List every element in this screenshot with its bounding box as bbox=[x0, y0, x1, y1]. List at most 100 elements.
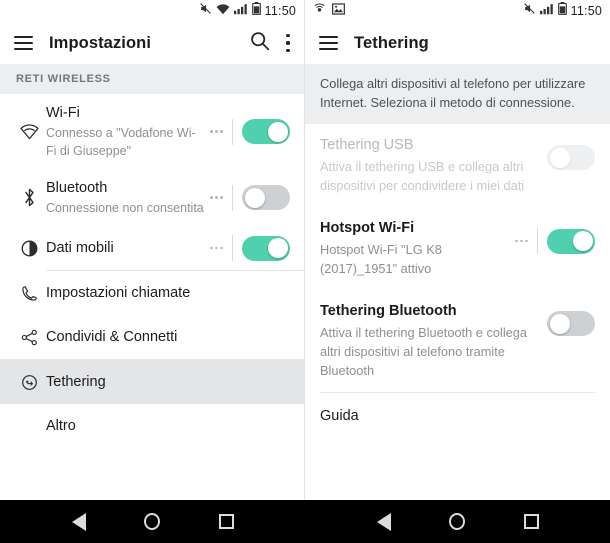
status-bar-left-icons: 11:50 bbox=[199, 2, 296, 20]
hotspot-wifi-toggle[interactable] bbox=[547, 228, 595, 254]
sidebar-item-impostazioni-chiamate[interactable]: Impostazioni chiamate bbox=[0, 271, 304, 315]
guida-link[interactable]: Guida bbox=[305, 393, 610, 424]
share-icon bbox=[12, 328, 46, 347]
tethering-bluetooth-section[interactable]: Tethering Bluetooth Attiva il tethering … bbox=[305, 290, 610, 392]
more-options-icon[interactable] bbox=[210, 196, 223, 199]
status-bar-left: 11:50 bbox=[0, 0, 304, 22]
back-icon[interactable] bbox=[367, 505, 401, 539]
tethering-icon bbox=[12, 373, 46, 392]
usb-tethering-toggle bbox=[547, 145, 595, 170]
home-icon[interactable] bbox=[135, 505, 169, 539]
row-controls bbox=[204, 118, 290, 145]
tethering-panel: 11:50 Tethering Collega altri dispositiv… bbox=[305, 0, 610, 543]
more-options-icon[interactable] bbox=[515, 239, 528, 243]
row-text: Impostazioni chiamate bbox=[46, 274, 290, 312]
page-title: Impostazioni bbox=[49, 33, 152, 52]
sidebar-item-sublabel: Connesso a "Vodafone Wi-Fi di Giuseppe" bbox=[46, 126, 196, 158]
section-text: Hotspot Wi-Fi Hotspot Wi-Fi "LG K8 (2017… bbox=[320, 218, 507, 278]
row-text: Condividi & Connetti bbox=[46, 318, 290, 356]
section-controls bbox=[539, 135, 595, 170]
mute-icon bbox=[199, 2, 212, 20]
section-text: Tethering USB Attiva il tethering USB e … bbox=[320, 135, 539, 195]
recents-icon[interactable] bbox=[514, 505, 548, 539]
row-controls bbox=[204, 184, 290, 211]
home-icon[interactable] bbox=[440, 505, 474, 539]
sidebar-item-label: Altro bbox=[46, 418, 76, 434]
hamburger-icon[interactable] bbox=[14, 36, 33, 50]
bluetooth-tethering-toggle[interactable] bbox=[547, 311, 595, 336]
section-sublabel: Attiva il tethering USB e collega altri … bbox=[320, 159, 525, 193]
sidebar-item-dati-mobili[interactable]: Dati mobili bbox=[0, 226, 304, 270]
bluetooth-toggle[interactable] bbox=[242, 185, 290, 210]
section-controls bbox=[507, 218, 595, 254]
recents-icon[interactable] bbox=[209, 505, 243, 539]
sidebar-item-altro[interactable]: Altro bbox=[0, 404, 304, 448]
section-title: Tethering USB bbox=[320, 137, 414, 153]
settings-app-bar: Impostazioni bbox=[0, 22, 304, 64]
signal-icon bbox=[233, 2, 248, 20]
status-bar-notification-icons bbox=[313, 2, 345, 20]
hotspot-icon bbox=[313, 2, 326, 20]
dual-screenshot: 11:50 Impostazioni RETI WIRELESS Wi-Fi C… bbox=[0, 0, 610, 543]
sidebar-item-label: Tethering bbox=[46, 374, 106, 390]
battery-icon bbox=[251, 2, 261, 20]
description-text: Collega altri dispositivi al telefono pe… bbox=[320, 76, 586, 110]
sidebar-item-label: Impostazioni chiamate bbox=[46, 285, 191, 301]
more-options-icon[interactable] bbox=[210, 246, 223, 250]
wifi-toggle[interactable] bbox=[242, 119, 290, 144]
sidebar-item-label: Condividi & Connetti bbox=[46, 329, 178, 345]
row-text: Bluetooth Connessione non consentita bbox=[46, 169, 204, 226]
status-bar-right-icons: 11:50 bbox=[523, 2, 602, 20]
mobile-data-icon bbox=[12, 239, 46, 258]
bluetooth-icon bbox=[12, 187, 46, 208]
row-text: Altro bbox=[46, 407, 290, 445]
section-controls bbox=[539, 301, 595, 336]
app-bar-actions bbox=[249, 30, 290, 56]
row-text: Tethering bbox=[46, 363, 290, 401]
more-options-icon[interactable] bbox=[210, 130, 223, 133]
android-nav-bar bbox=[0, 500, 610, 543]
sidebar-item-label: Bluetooth bbox=[46, 180, 108, 196]
section-text: Tethering Bluetooth Attiva il tethering … bbox=[320, 301, 539, 380]
wifi-icon bbox=[12, 123, 46, 140]
section-sublabel: Hotspot Wi-Fi "LG K8 (2017)_1951" attivo bbox=[320, 242, 442, 276]
mobile-data-toggle[interactable] bbox=[242, 235, 290, 261]
section-sublabel: Attiva il tethering Bluetooth e collega … bbox=[320, 325, 528, 378]
nav-bar-right bbox=[305, 500, 610, 543]
sidebar-item-condividi-connetti[interactable]: Condividi & Connetti bbox=[0, 315, 304, 359]
sidebar-item-wifi[interactable]: Wi-Fi Connesso a "Vodafone Wi-Fi di Gius… bbox=[0, 94, 304, 169]
back-icon[interactable] bbox=[62, 505, 96, 539]
row-text: Dati mobili bbox=[46, 229, 204, 267]
sidebar-item-bluetooth[interactable]: Bluetooth Connessione non consentita bbox=[0, 169, 304, 226]
hamburger-icon[interactable] bbox=[319, 36, 338, 50]
phone-icon bbox=[12, 284, 46, 303]
section-title: Hotspot Wi-Fi bbox=[320, 220, 415, 236]
mute-icon bbox=[523, 2, 536, 20]
sidebar-item-label: Wi-Fi bbox=[46, 105, 80, 121]
hotspot-wifi-section[interactable]: Hotspot Wi-Fi Hotspot Wi-Fi "LG K8 (2017… bbox=[305, 207, 610, 290]
search-icon[interactable] bbox=[249, 30, 270, 56]
sidebar-item-label: Dati mobili bbox=[46, 240, 114, 256]
row-text: Wi-Fi Connesso a "Vodafone Wi-Fi di Gius… bbox=[46, 94, 204, 169]
page-title: Tethering bbox=[354, 33, 429, 52]
tethering-usb-section: Tethering USB Attiva il tethering USB e … bbox=[305, 124, 610, 207]
signal-icon bbox=[539, 2, 554, 20]
divider bbox=[232, 184, 233, 211]
nav-bar-left bbox=[0, 500, 305, 543]
tethering-app-bar: Tethering bbox=[305, 22, 610, 64]
status-bar-time: 11:50 bbox=[264, 4, 296, 18]
settings-panel: 11:50 Impostazioni RETI WIRELESS Wi-Fi C… bbox=[0, 0, 305, 543]
status-bar-right: 11:50 bbox=[305, 0, 610, 22]
divider bbox=[232, 235, 233, 261]
kebab-icon[interactable] bbox=[286, 34, 290, 52]
row-controls bbox=[204, 235, 290, 261]
divider bbox=[537, 228, 538, 254]
sidebar-item-sublabel: Connessione non consentita bbox=[46, 201, 204, 215]
tethering-description: Collega altri dispositivi al telefono pe… bbox=[305, 64, 610, 124]
status-bar-time: 11:50 bbox=[570, 4, 602, 18]
section-title: Tethering Bluetooth bbox=[320, 303, 457, 319]
wifi-icon bbox=[216, 2, 230, 20]
sidebar-item-tethering[interactable]: Tethering bbox=[0, 360, 304, 404]
battery-icon bbox=[557, 2, 567, 20]
section-header-wireless: RETI WIRELESS bbox=[0, 64, 304, 94]
